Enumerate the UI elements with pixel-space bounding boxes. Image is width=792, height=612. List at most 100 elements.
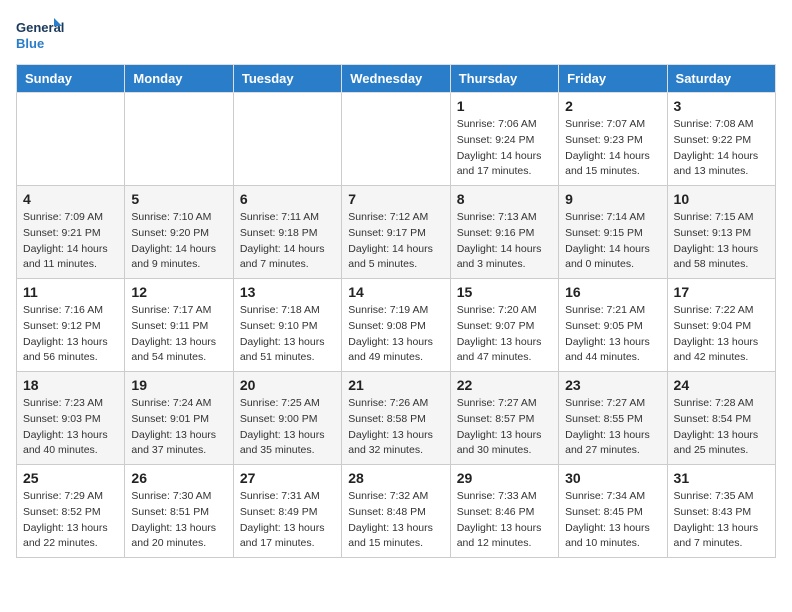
day-info: Sunrise: 7:16 AM Sunset: 9:12 PM Dayligh…: [23, 303, 118, 366]
calendar-day-cell: 7 Sunrise: 7:12 AM Sunset: 9:17 PM Daylig…: [342, 186, 450, 279]
day-number: 23: [565, 377, 660, 393]
day-info: Sunrise: 7:27 AM Sunset: 8:55 PM Dayligh…: [565, 396, 660, 459]
day-info: Sunrise: 7:34 AM Sunset: 8:45 PM Dayligh…: [565, 489, 660, 552]
day-number: 2: [565, 98, 660, 114]
logo-svg: General Blue: [16, 16, 66, 54]
day-info: Sunrise: 7:11 AM Sunset: 9:18 PM Dayligh…: [240, 210, 335, 273]
day-info: Sunrise: 7:29 AM Sunset: 8:52 PM Dayligh…: [23, 489, 118, 552]
calendar-day-cell: 11 Sunrise: 7:16 AM Sunset: 9:12 PM Dayli…: [17, 279, 125, 372]
day-number: 18: [23, 377, 118, 393]
day-of-week-header: Wednesday: [342, 65, 450, 93]
calendar-day-cell: 30 Sunrise: 7:34 AM Sunset: 8:45 PM Dayli…: [559, 465, 667, 558]
day-number: 12: [131, 284, 226, 300]
calendar-day-cell: 21 Sunrise: 7:26 AM Sunset: 8:58 PM Dayli…: [342, 372, 450, 465]
calendar-day-cell: 6 Sunrise: 7:11 AM Sunset: 9:18 PM Daylig…: [233, 186, 341, 279]
day-info: Sunrise: 7:20 AM Sunset: 9:07 PM Dayligh…: [457, 303, 552, 366]
day-of-week-header: Saturday: [667, 65, 775, 93]
day-number: 25: [23, 470, 118, 486]
logo: General Blue: [16, 16, 66, 54]
header: General Blue: [16, 16, 776, 54]
day-number: 5: [131, 191, 226, 207]
day-info: Sunrise: 7:17 AM Sunset: 9:11 PM Dayligh…: [131, 303, 226, 366]
day-info: Sunrise: 7:31 AM Sunset: 8:49 PM Dayligh…: [240, 489, 335, 552]
day-info: Sunrise: 7:24 AM Sunset: 9:01 PM Dayligh…: [131, 396, 226, 459]
calendar-day-cell: 24 Sunrise: 7:28 AM Sunset: 8:54 PM Dayli…: [667, 372, 775, 465]
day-of-week-header: Thursday: [450, 65, 558, 93]
day-info: Sunrise: 7:25 AM Sunset: 9:00 PM Dayligh…: [240, 396, 335, 459]
day-number: 16: [565, 284, 660, 300]
day-info: Sunrise: 7:06 AM Sunset: 9:24 PM Dayligh…: [457, 117, 552, 180]
calendar-day-cell: 17 Sunrise: 7:22 AM Sunset: 9:04 PM Dayli…: [667, 279, 775, 372]
calendar-day-cell: 4 Sunrise: 7:09 AM Sunset: 9:21 PM Daylig…: [17, 186, 125, 279]
day-info: Sunrise: 7:28 AM Sunset: 8:54 PM Dayligh…: [674, 396, 769, 459]
day-info: Sunrise: 7:18 AM Sunset: 9:10 PM Dayligh…: [240, 303, 335, 366]
calendar-day-cell: 1 Sunrise: 7:06 AM Sunset: 9:24 PM Daylig…: [450, 93, 558, 186]
day-number: 28: [348, 470, 443, 486]
day-number: 21: [348, 377, 443, 393]
calendar-day-cell: 27 Sunrise: 7:31 AM Sunset: 8:49 PM Dayli…: [233, 465, 341, 558]
day-number: 15: [457, 284, 552, 300]
day-of-week-header: Tuesday: [233, 65, 341, 93]
day-number: 22: [457, 377, 552, 393]
calendar-day-cell: 12 Sunrise: 7:17 AM Sunset: 9:11 PM Dayli…: [125, 279, 233, 372]
day-number: 20: [240, 377, 335, 393]
day-number: 14: [348, 284, 443, 300]
day-number: 11: [23, 284, 118, 300]
calendar-day-cell: 9 Sunrise: 7:14 AM Sunset: 9:15 PM Daylig…: [559, 186, 667, 279]
svg-text:Blue: Blue: [16, 36, 44, 51]
calendar-day-cell: [17, 93, 125, 186]
day-number: 24: [674, 377, 769, 393]
day-info: Sunrise: 7:09 AM Sunset: 9:21 PM Dayligh…: [23, 210, 118, 273]
day-number: 17: [674, 284, 769, 300]
day-number: 29: [457, 470, 552, 486]
calendar-day-cell: 18 Sunrise: 7:23 AM Sunset: 9:03 PM Dayli…: [17, 372, 125, 465]
calendar-day-cell: 15 Sunrise: 7:20 AM Sunset: 9:07 PM Dayli…: [450, 279, 558, 372]
day-number: 31: [674, 470, 769, 486]
calendar-day-cell: [342, 93, 450, 186]
calendar-week-row: 4 Sunrise: 7:09 AM Sunset: 9:21 PM Daylig…: [17, 186, 776, 279]
calendar-day-cell: 3 Sunrise: 7:08 AM Sunset: 9:22 PM Daylig…: [667, 93, 775, 186]
day-number: 9: [565, 191, 660, 207]
day-info: Sunrise: 7:35 AM Sunset: 8:43 PM Dayligh…: [674, 489, 769, 552]
calendar-header-row: SundayMondayTuesdayWednesdayThursdayFrid…: [17, 65, 776, 93]
calendar-day-cell: 19Sunrise: 7:24 AM Sunset: 9:01 PM Dayli…: [125, 372, 233, 465]
day-number: 3: [674, 98, 769, 114]
day-info: Sunrise: 7:13 AM Sunset: 9:16 PM Dayligh…: [457, 210, 552, 273]
day-info: Sunrise: 7:22 AM Sunset: 9:04 PM Dayligh…: [674, 303, 769, 366]
calendar-table: SundayMondayTuesdayWednesdayThursdayFrid…: [16, 64, 776, 558]
calendar-day-cell: 10Sunrise: 7:15 AM Sunset: 9:13 PM Dayli…: [667, 186, 775, 279]
day-info: Sunrise: 7:15 AM Sunset: 9:13 PM Dayligh…: [674, 210, 769, 273]
day-number: 7: [348, 191, 443, 207]
day-number: 13: [240, 284, 335, 300]
calendar-day-cell: 16 Sunrise: 7:21 AM Sunset: 9:05 PM Dayli…: [559, 279, 667, 372]
calendar-day-cell: 14 Sunrise: 7:19 AM Sunset: 9:08 PM Dayli…: [342, 279, 450, 372]
day-number: 27: [240, 470, 335, 486]
day-of-week-header: Friday: [559, 65, 667, 93]
day-info: Sunrise: 7:14 AM Sunset: 9:15 PM Dayligh…: [565, 210, 660, 273]
calendar-day-cell: 23 Sunrise: 7:27 AM Sunset: 8:55 PM Dayli…: [559, 372, 667, 465]
day-number: 30: [565, 470, 660, 486]
day-number: 26: [131, 470, 226, 486]
day-info: Sunrise: 7:21 AM Sunset: 9:05 PM Dayligh…: [565, 303, 660, 366]
calendar-week-row: 25 Sunrise: 7:29 AM Sunset: 8:52 PM Dayli…: [17, 465, 776, 558]
day-number: 1: [457, 98, 552, 114]
calendar-day-cell: 5Sunrise: 7:10 AM Sunset: 9:20 PM Daylig…: [125, 186, 233, 279]
calendar-day-cell: 20 Sunrise: 7:25 AM Sunset: 9:00 PM Dayli…: [233, 372, 341, 465]
calendar-day-cell: 26 Sunrise: 7:30 AM Sunset: 8:51 PM Dayli…: [125, 465, 233, 558]
day-info: Sunrise: 7:26 AM Sunset: 8:58 PM Dayligh…: [348, 396, 443, 459]
day-number: 6: [240, 191, 335, 207]
day-info: Sunrise: 7:19 AM Sunset: 9:08 PM Dayligh…: [348, 303, 443, 366]
day-info: Sunrise: 7:23 AM Sunset: 9:03 PM Dayligh…: [23, 396, 118, 459]
day-of-week-header: Monday: [125, 65, 233, 93]
day-info: Sunrise: 7:08 AM Sunset: 9:22 PM Dayligh…: [674, 117, 769, 180]
day-number: 4: [23, 191, 118, 207]
calendar-day-cell: [233, 93, 341, 186]
calendar-day-cell: 8 Sunrise: 7:13 AM Sunset: 9:16 PM Daylig…: [450, 186, 558, 279]
day-number: 8: [457, 191, 552, 207]
calendar-day-cell: [125, 93, 233, 186]
day-info: Sunrise: 7:30 AM Sunset: 8:51 PM Dayligh…: [131, 489, 226, 552]
calendar-week-row: 11 Sunrise: 7:16 AM Sunset: 9:12 PM Dayli…: [17, 279, 776, 372]
calendar-day-cell: 25 Sunrise: 7:29 AM Sunset: 8:52 PM Dayli…: [17, 465, 125, 558]
day-info: Sunrise: 7:12 AM Sunset: 9:17 PM Dayligh…: [348, 210, 443, 273]
calendar-day-cell: 2Sunrise: 7:07 AM Sunset: 9:23 PM Daylig…: [559, 93, 667, 186]
